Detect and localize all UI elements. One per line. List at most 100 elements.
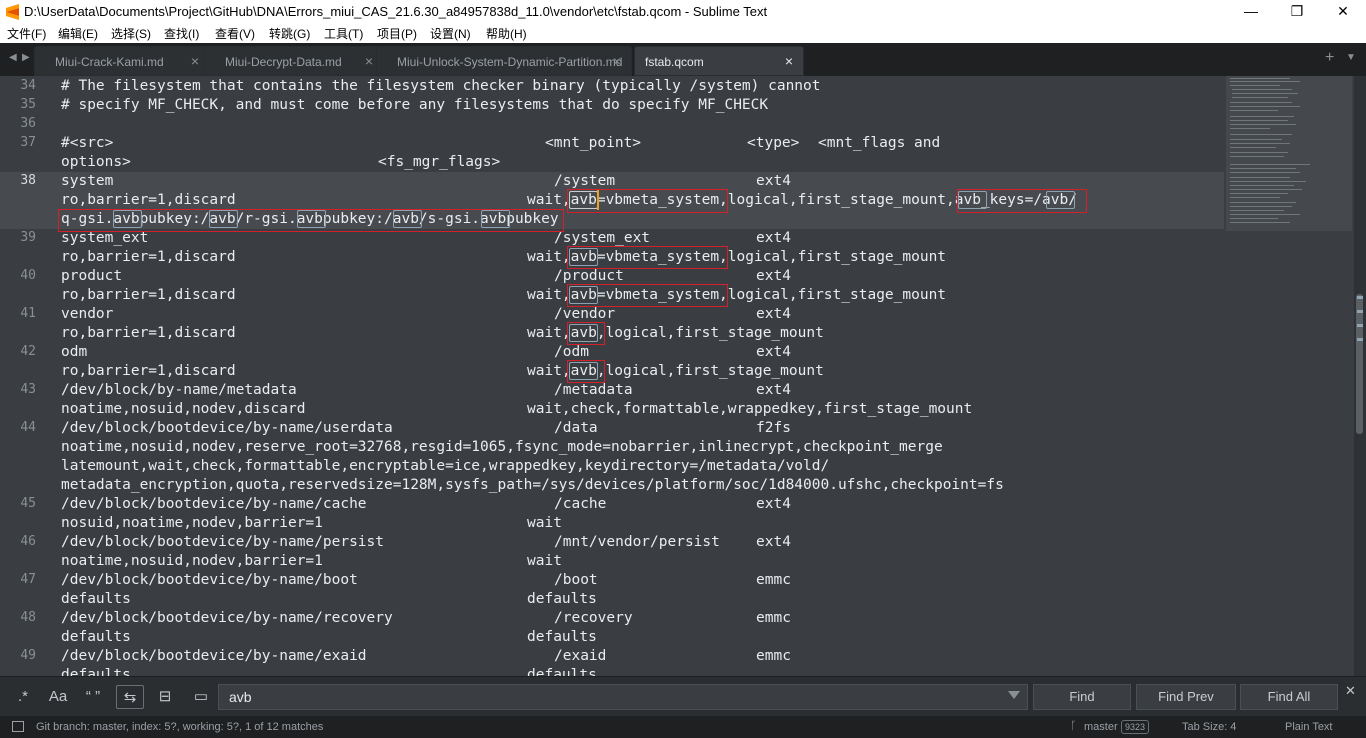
tab-miui-crack-kami[interactable]: Miui-Crack-Kami.md × [34,46,210,76]
code-line: defaults defaults [61,629,597,645]
scrollbar-thumb[interactable] [1356,294,1363,434]
code-line: nosuid,noatime,nodev,barrier=1 wait [61,515,562,531]
menu-tools[interactable]: 工具(T) [324,25,363,42]
code-line: product /product ext4 [61,268,791,284]
find-history-chevron-down-icon[interactable] [1008,691,1020,699]
minimap[interactable] [1224,76,1354,236]
code-line: /dev/block/bootdevice/by-name/userdata /… [61,420,791,436]
whole-word-toggle[interactable]: “ ” [80,685,106,709]
line-number: 48 [20,610,36,625]
annotation-box [957,189,1087,213]
line-number: 37 [20,135,36,150]
code-line: /dev/block/bootdevice/by-name/recovery /… [61,610,791,626]
menu-file[interactable]: 文件(F) [7,25,46,42]
status-text: Git branch: master, index: 5?, working: … [36,721,324,733]
close-window-button[interactable]: ✕ [1320,0,1366,24]
find-button[interactable]: Find [1033,684,1131,710]
find-input[interactable] [218,684,1028,710]
menu-project[interactable]: 项目(P) [377,25,417,42]
line-number: 46 [20,534,36,549]
code-line: options> <fs_mgr_flags> [61,154,501,170]
regex-toggle[interactable]: .* [10,685,36,709]
code-line: odm /odm ext4 [61,344,791,360]
menu-preferences[interactable]: 设置(N) [430,25,471,42]
line-number-gutter: 34 35 36 37 38 39 40 41 42 43 44 45 46 4… [0,76,46,676]
tab-list-icon[interactable]: ▼ [1346,52,1356,63]
syntax-selector[interactable]: Plain Text [1285,721,1333,733]
menu-help[interactable]: 帮助(H) [486,25,527,42]
code-line: ro,barrier=1,discard wait,avb,logical,fi… [61,363,824,379]
menu-selection[interactable]: 选择(S) [111,25,151,42]
tab-label: Miui-Unlock-System-Dynamic-Partition.md [397,55,623,69]
tab-label: Miui-Crack-Kami.md [55,55,164,69]
window-title: D:\UserData\Documents\Project\GitHub\DNA… [24,4,768,19]
find-prev-button[interactable]: Find Prev [1136,684,1236,710]
annotation-box [567,284,728,307]
menu-goto[interactable]: 转跳(G) [269,25,310,42]
git-branch[interactable]: master [1084,721,1118,733]
in-selection-toggle[interactable]: ⊟ [152,685,178,709]
close-find-icon[interactable]: ✕ [1345,683,1356,699]
minimize-button[interactable]: — [1228,0,1274,24]
highlight-matches-toggle[interactable]: ▭ [188,685,214,709]
tab-miui-unlock-system[interactable]: Miui-Unlock-System-Dynamic-Partition.md … [376,46,632,76]
menu-find[interactable]: 查找(I) [164,25,199,42]
text-caret [597,190,599,210]
menu-edit[interactable]: 编辑(E) [58,25,98,42]
tab-close-icon[interactable]: × [365,53,373,69]
editor-area[interactable]: 34 35 36 37 38 39 40 41 42 43 44 45 46 4… [0,76,1366,676]
code-line: ro,barrier=1,discard wait,avb,logical,fi… [61,325,824,341]
scroll-match-marker [1357,338,1363,341]
code-line: system /system ext4 [61,173,791,189]
line-number: 38 [20,173,36,188]
tab-miui-decrypt-data[interactable]: Miui-Decrypt-Data.md × [204,46,384,76]
code-line: defaults defaults [61,591,597,607]
tab-next-icon[interactable]: ▶ [22,52,30,63]
tab-label: Miui-Decrypt-Data.md [225,55,342,69]
code-line: /dev/block/by-name/metadata /metadata ex… [61,382,791,398]
line-number: 42 [20,344,36,359]
annotation-box [567,360,605,383]
wrap-toggle[interactable]: ⇆ [116,685,144,709]
menu-view[interactable]: 查看(V) [215,25,255,42]
line-number: 43 [20,382,36,397]
title-bar: D:\UserData\Documents\Project\GitHub\DNA… [0,0,1366,24]
code-line: ro,barrier=1,discard wait,avb=vbmeta_sys… [61,287,947,303]
code-line: vendor /vendor ext4 [61,306,791,322]
maximize-button[interactable]: ❐ [1274,0,1320,24]
code-line: /dev/block/bootdevice/by-name/boot /boot… [61,572,791,588]
panel-toggle-icon[interactable] [12,721,24,732]
annotation-box [58,209,564,232]
find-all-button[interactable]: Find All [1240,684,1338,710]
line-number: 44 [20,420,36,435]
status-bar: Git branch: master, index: 5?, working: … [0,716,1366,738]
scroll-match-marker [1357,324,1363,327]
tab-size[interactable]: Tab Size: 4 [1182,721,1236,733]
menu-bar: 文件(F) 编辑(E) 选择(S) 查找(I) 查看(V) 转跳(G) 工具(T… [0,24,1366,43]
code-line: ro,barrier=1,discard wait,avb=vbmeta_sys… [61,192,1077,208]
tab-close-icon[interactable]: × [613,53,621,69]
tab-close-icon[interactable]: × [191,53,199,69]
scroll-match-marker [1357,296,1363,299]
code-line: #<src> <mnt_point> <type> <mnt_flags and [61,135,941,151]
annotation-box [567,322,605,345]
tab-close-icon[interactable]: × [785,53,793,69]
code-line: /dev/block/bootdevice/by-name/cache /cac… [61,496,791,512]
git-branch-icon: ᚴ [1070,720,1077,732]
line-number: 39 [20,230,36,245]
code-line: /dev/block/bootdevice/by-name/persist /m… [61,534,791,550]
case-sensitive-toggle[interactable]: Aa [44,685,72,709]
tab-fstab-qcom[interactable]: fstab.qcom × [634,46,804,76]
code-line: noatime,nosuid,nodev,discard wait,check,… [61,401,973,417]
line-number: 45 [20,496,36,511]
new-tab-icon[interactable]: + [1325,49,1334,67]
line-number: 41 [20,306,36,321]
line-number: 35 [20,97,36,112]
git-badge: 9323 [1121,720,1150,734]
sublime-logo-icon [6,4,19,20]
find-panel: .* Aa “ ” ⇆ ⊟ ▭ Find Find Prev Find All … [0,676,1366,716]
code-line: /dev/block/bootdevice/by-name/exaid /exa… [61,648,791,664]
tab-bar: ◀ ▶ Miui-Crack-Kami.md × Miui-Decrypt-Da… [0,43,1366,76]
scroll-match-marker [1357,310,1363,313]
tab-prev-icon[interactable]: ◀ [9,52,17,63]
